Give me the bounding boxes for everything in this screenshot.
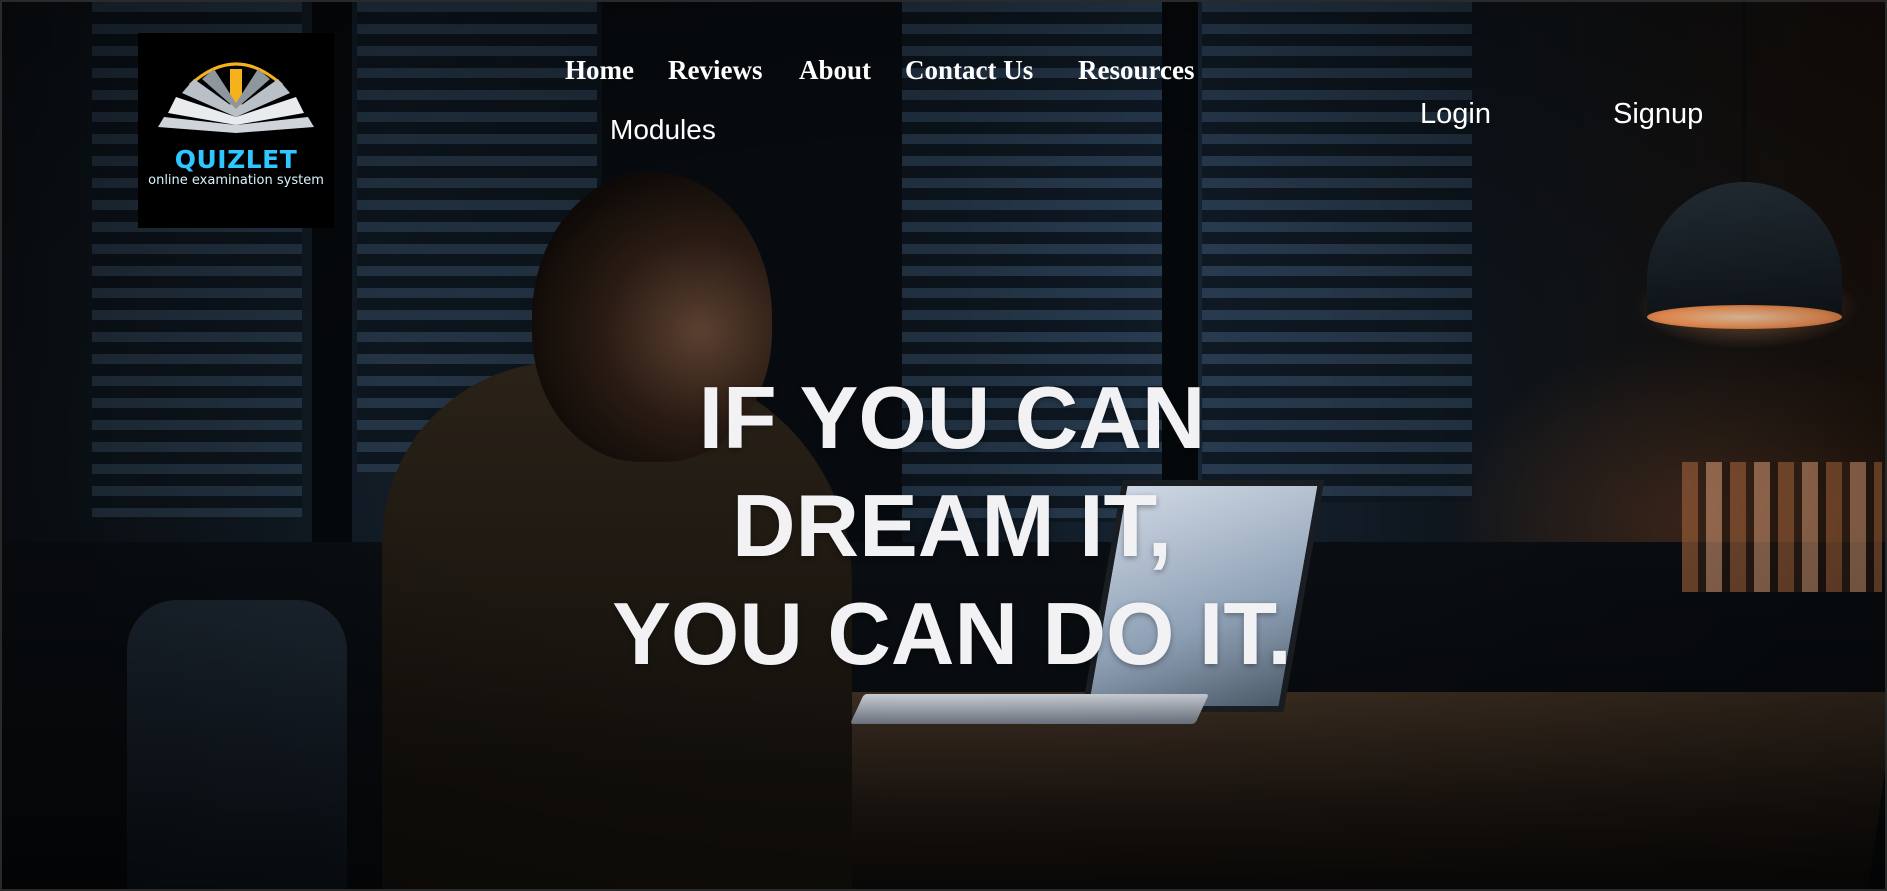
signup-link[interactable]: Signup <box>1613 98 1703 131</box>
nav-about-link[interactable]: About <box>799 55 871 86</box>
nav-resources-link[interactable]: Resources <box>1078 55 1194 86</box>
site-logo[interactable]: QUIZLET online examination system <box>138 33 334 228</box>
hero-line-1: IF YOU CAN <box>698 368 1206 467</box>
nav-reviews-link[interactable]: Reviews <box>668 55 762 86</box>
logo-subtitle: online examination system <box>148 173 324 188</box>
logo-title: QUIZLET <box>174 145 298 174</box>
nav-modules-link[interactable]: Modules <box>610 114 716 146</box>
nav-home-link[interactable]: Home <box>565 55 634 86</box>
hero-headline: IF YOU CAN DREAM IT, YOU CAN DO IT. <box>482 364 1422 688</box>
hero-line-3: YOU CAN DO IT. <box>612 584 1292 683</box>
hero-line-2: DREAM IT, <box>732 476 1172 575</box>
login-link[interactable]: Login <box>1420 98 1491 131</box>
open-book-pencil-icon <box>158 62 314 133</box>
landing-page: QUIZLET online examination system Home R… <box>0 0 1887 891</box>
nav-contact-link[interactable]: Contact Us <box>905 55 1033 86</box>
